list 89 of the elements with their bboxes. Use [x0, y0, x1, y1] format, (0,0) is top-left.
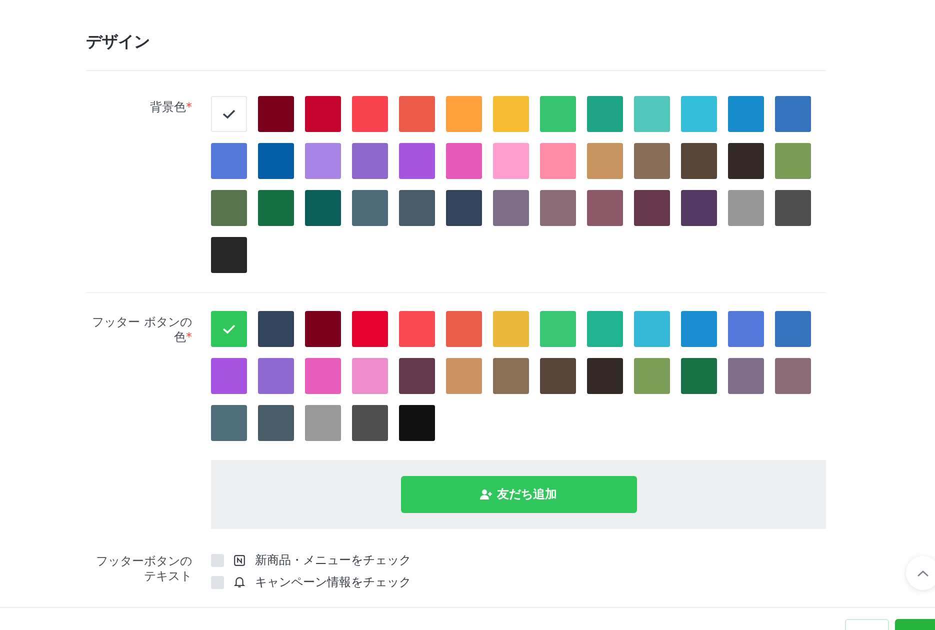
- color-swatch[interactable]: [728, 311, 764, 347]
- color-swatch[interactable]: [352, 311, 388, 347]
- color-swatch[interactable]: [258, 405, 294, 441]
- color-swatch[interactable]: [211, 311, 247, 347]
- option-label: キャンペーン情報をチェック: [255, 574, 411, 590]
- scroll-top-button[interactable]: [906, 556, 935, 590]
- color-swatch[interactable]: [352, 143, 388, 179]
- color-swatch[interactable]: [446, 96, 482, 132]
- color-swatch[interactable]: [728, 190, 764, 226]
- color-swatch[interactable]: [258, 358, 294, 394]
- color-swatch[interactable]: [587, 143, 623, 179]
- color-swatch[interactable]: [399, 190, 435, 226]
- color-swatch[interactable]: [540, 311, 576, 347]
- check-icon: [222, 324, 236, 334]
- color-swatch[interactable]: [305, 96, 341, 132]
- color-swatch[interactable]: [493, 143, 529, 179]
- color-swatch[interactable]: [775, 190, 811, 226]
- section-title: デザイン: [86, 31, 826, 71]
- color-swatch[interactable]: [493, 358, 529, 394]
- color-swatch[interactable]: [634, 311, 670, 347]
- color-swatch[interactable]: [305, 311, 341, 347]
- color-swatch[interactable]: [540, 190, 576, 226]
- color-swatch[interactable]: [728, 96, 764, 132]
- color-swatch[interactable]: [775, 143, 811, 179]
- color-swatch[interactable]: [775, 358, 811, 394]
- color-swatch[interactable]: [211, 237, 247, 273]
- chevron-up-icon: [917, 570, 929, 576]
- checkbox[interactable]: [211, 554, 224, 566]
- color-swatch[interactable]: [587, 96, 623, 132]
- color-swatch[interactable]: [634, 96, 670, 132]
- color-swatch[interactable]: [211, 96, 247, 132]
- color-swatch[interactable]: [493, 96, 529, 132]
- field-label: フッターボタンのテキスト: [95, 553, 192, 585]
- color-swatch[interactable]: [352, 405, 388, 441]
- color-swatch[interactable]: [681, 143, 717, 179]
- color-swatch[interactable]: [587, 190, 623, 226]
- primary-button[interactable]: [895, 619, 935, 630]
- color-swatch[interactable]: [728, 358, 764, 394]
- color-swatch[interactable]: [775, 96, 811, 132]
- color-swatch[interactable]: [399, 358, 435, 394]
- color-swatch[interactable]: [305, 358, 341, 394]
- color-swatch[interactable]: [587, 311, 623, 347]
- color-swatch[interactable]: [540, 96, 576, 132]
- color-swatch[interactable]: [399, 311, 435, 347]
- color-swatch[interactable]: [587, 358, 623, 394]
- color-swatch[interactable]: [775, 311, 811, 347]
- color-swatch[interactable]: [305, 143, 341, 179]
- color-swatch[interactable]: [352, 358, 388, 394]
- color-swatch[interactable]: [258, 311, 294, 347]
- color-swatch[interactable]: [211, 405, 247, 441]
- field-label: 背景色*: [149, 99, 192, 116]
- color-swatch[interactable]: [211, 190, 247, 226]
- color-swatch[interactable]: [446, 358, 482, 394]
- color-swatch[interactable]: [540, 143, 576, 179]
- color-swatch[interactable]: [352, 190, 388, 226]
- color-swatch[interactable]: [305, 190, 341, 226]
- color-swatch[interactable]: [634, 358, 670, 394]
- check-icon: [222, 109, 236, 119]
- news-icon: [234, 554, 245, 566]
- color-swatch[interactable]: [634, 143, 670, 179]
- option-label: 新商品・メニューをチェック: [255, 552, 411, 568]
- color-swatch[interactable]: [211, 143, 247, 179]
- color-swatch[interactable]: [446, 190, 482, 226]
- add-friend-button[interactable]: 友だち追加: [400, 476, 636, 513]
- color-swatch[interactable]: [681, 190, 717, 226]
- color-swatch[interactable]: [258, 190, 294, 226]
- color-swatch[interactable]: [211, 358, 247, 394]
- color-swatch[interactable]: [728, 143, 764, 179]
- color-swatch[interactable]: [352, 96, 388, 132]
- user-plus-icon: [480, 489, 492, 500]
- color-swatch[interactable]: [493, 311, 529, 347]
- color-swatch[interactable]: [681, 96, 717, 132]
- color-swatch[interactable]: [305, 405, 341, 441]
- field-label: フッター ボタンの色*: [91, 314, 192, 346]
- color-swatch[interactable]: [446, 143, 482, 179]
- color-swatch[interactable]: [399, 405, 435, 441]
- color-swatch[interactable]: [258, 143, 294, 179]
- bell-icon: [234, 576, 245, 588]
- checkbox[interactable]: [211, 576, 224, 588]
- color-swatch[interactable]: [493, 190, 529, 226]
- color-swatch[interactable]: [634, 190, 670, 226]
- color-swatch[interactable]: [540, 358, 576, 394]
- color-swatch[interactable]: [681, 358, 717, 394]
- color-swatch[interactable]: [681, 311, 717, 347]
- color-swatch[interactable]: [258, 96, 294, 132]
- color-swatch[interactable]: [399, 96, 435, 132]
- color-swatch[interactable]: [446, 311, 482, 347]
- color-swatch[interactable]: [399, 143, 435, 179]
- secondary-button[interactable]: [845, 619, 889, 630]
